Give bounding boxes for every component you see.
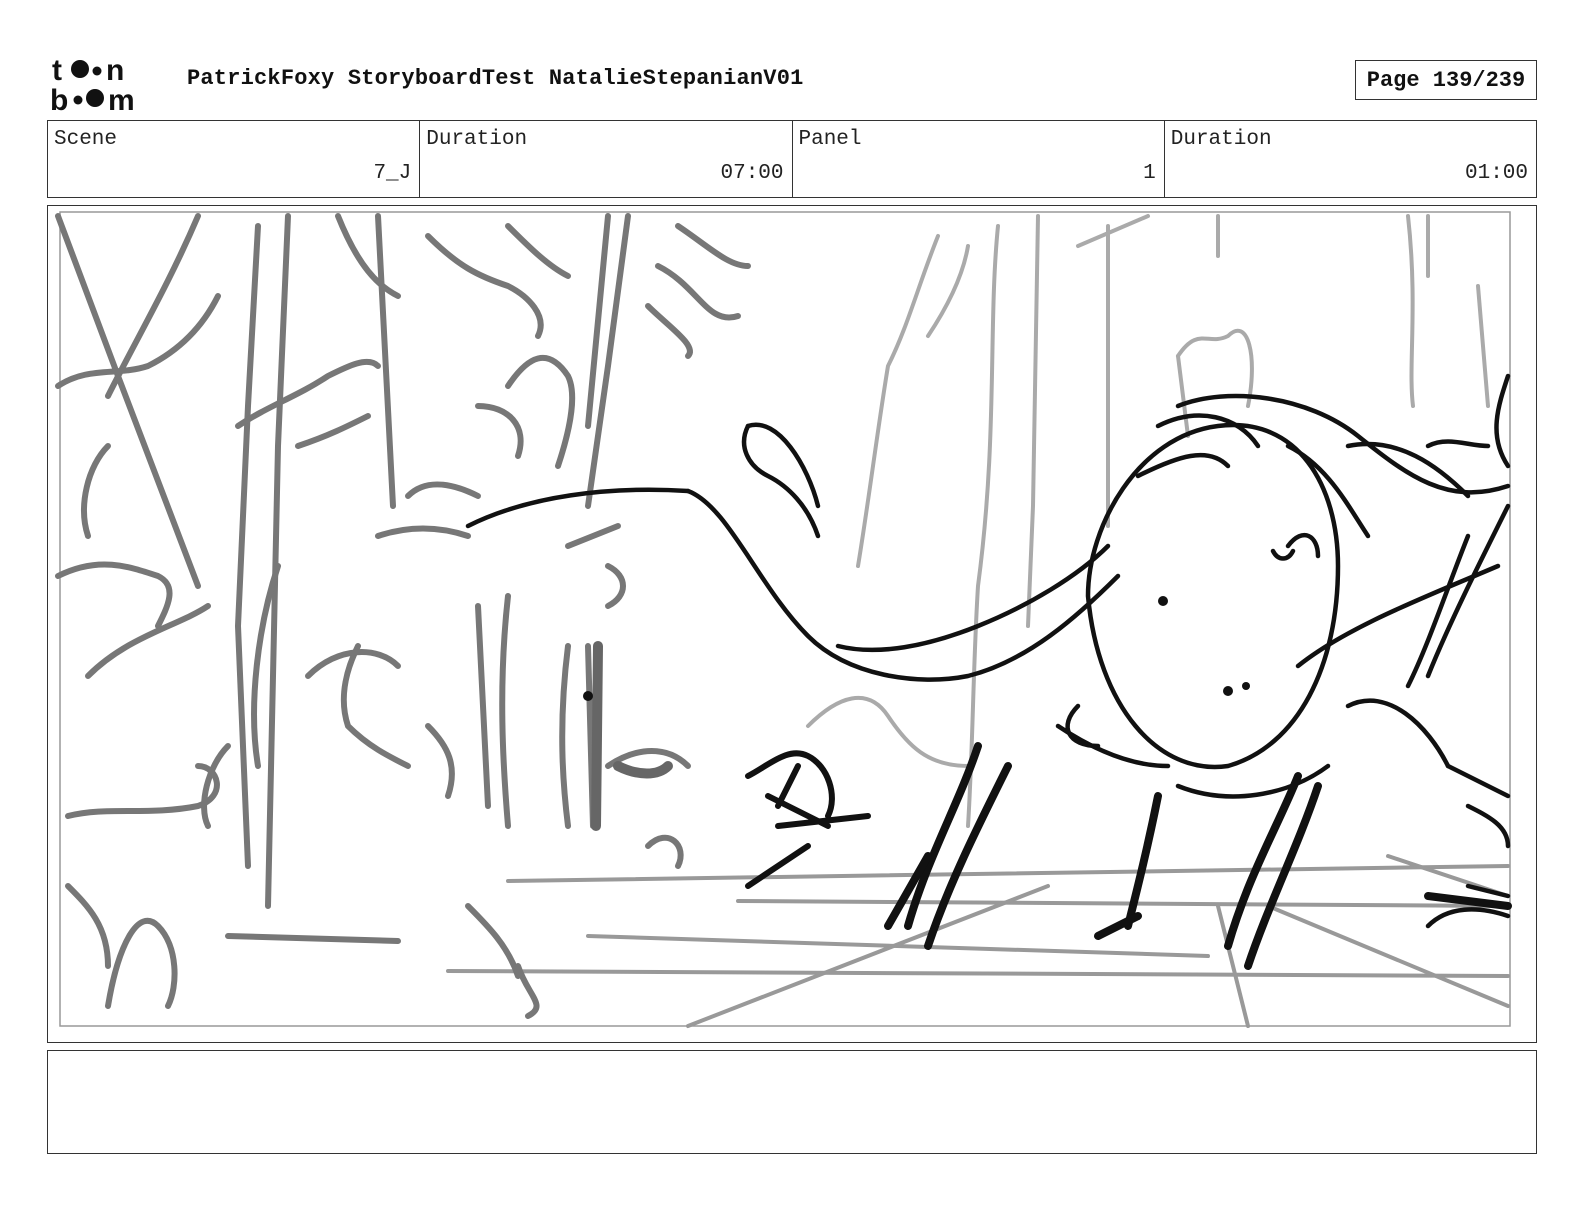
storyboard-panel-image bbox=[47, 205, 1537, 1043]
toon-boom-logo: t n b m bbox=[50, 54, 135, 112]
svg-text:b: b bbox=[50, 84, 68, 112]
panel-duration-cell: Duration 01:00 bbox=[1165, 121, 1536, 197]
svg-text:m: m bbox=[108, 84, 135, 112]
scene-duration-value: 07:00 bbox=[720, 162, 784, 185]
panel-label: Panel bbox=[798, 128, 862, 151]
panel-duration-label: Duration bbox=[1170, 128, 1272, 151]
page-number: Page 139/239 bbox=[1355, 60, 1537, 100]
svg-text:n: n bbox=[106, 54, 124, 87]
panel-duration-value: 01:00 bbox=[1464, 162, 1528, 185]
scene-duration-label: Duration bbox=[426, 128, 528, 151]
scene-duration-cell: Duration 07:00 bbox=[420, 121, 793, 197]
sketch-drawing bbox=[55, 211, 1512, 1028]
panel-info-table: Scene 7_J Duration 07:00 Panel 1 Duratio… bbox=[47, 120, 1537, 198]
scene-value: 7_J bbox=[373, 162, 412, 185]
panel-cell: Panel 1 bbox=[793, 121, 1165, 197]
scene-label: Scene bbox=[54, 128, 118, 151]
svg-text:t: t bbox=[52, 54, 62, 87]
storyboard-title: PatrickFoxy StoryboardTest NatalieStepan… bbox=[187, 66, 804, 91]
panel-value: 1 bbox=[1143, 162, 1156, 185]
panel-notes-box bbox=[47, 1050, 1537, 1154]
scene-cell: Scene 7_J bbox=[48, 121, 421, 197]
